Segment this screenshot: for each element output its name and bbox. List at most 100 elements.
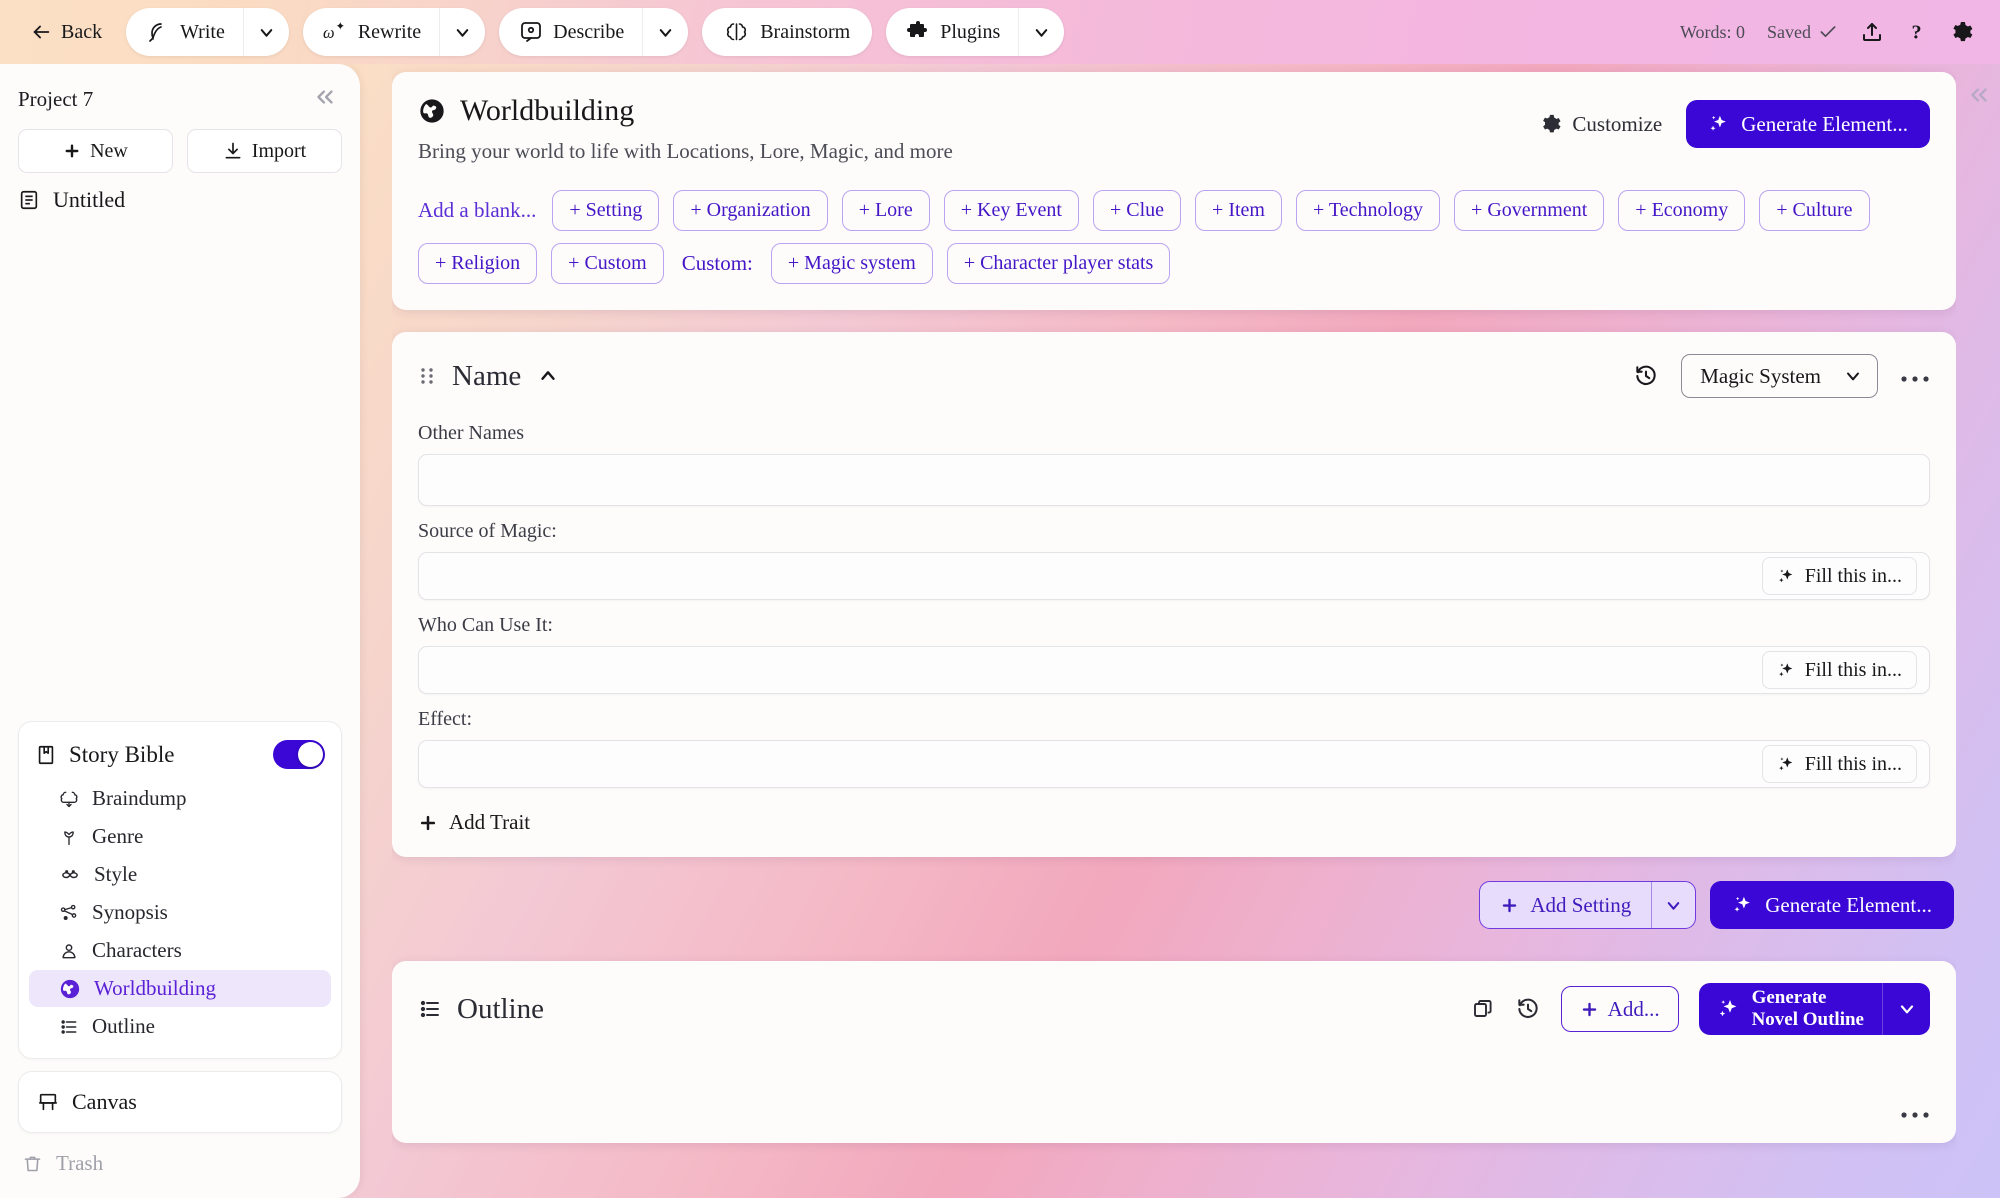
- history-clock-icon: [1636, 365, 1656, 385]
- sidebar-item-outline[interactable]: Outline: [29, 1008, 331, 1045]
- saved-label: Saved: [1767, 21, 1811, 42]
- fill-this-in-button[interactable]: Fill this in...: [1761, 745, 1917, 783]
- back-label: Back: [61, 20, 103, 43]
- sidebar-item-braindump[interactable]: Braindump: [29, 780, 331, 817]
- chip-economy[interactable]: + Economy: [1618, 190, 1746, 231]
- outline-history-button[interactable]: [1515, 996, 1541, 1022]
- help-button[interactable]: ?: [1906, 20, 1928, 44]
- chip-culture[interactable]: + Culture: [1759, 190, 1870, 231]
- rewrite-icon: ω ✦: [323, 21, 346, 42]
- sidebar-item-worldbuilding[interactable]: Worldbuilding: [29, 970, 331, 1007]
- rewrite-dropdown-button[interactable]: [439, 8, 485, 56]
- sidebar-item-label: Outline: [92, 1014, 155, 1038]
- element-type-select[interactable]: Magic System: [1681, 354, 1878, 398]
- chip-setting[interactable]: + Setting: [552, 190, 660, 231]
- document-icon: [20, 190, 38, 210]
- story-bible-toggle[interactable]: [273, 740, 325, 769]
- sidebar-item-style[interactable]: Style: [29, 856, 331, 893]
- plus-icon: [420, 815, 436, 830]
- outline-actions: Add... Generate Novel Outline: [1471, 983, 1930, 1035]
- import-download-icon: [225, 142, 241, 159]
- customize-button[interactable]: Customize: [1540, 112, 1662, 137]
- add-setting-button[interactable]: Add Setting: [1480, 882, 1651, 928]
- sidebar-item-canvas[interactable]: Canvas: [18, 1071, 342, 1133]
- chip-government[interactable]: + Government: [1454, 190, 1605, 231]
- chip-character-player-stats[interactable]: + Character player stats: [946, 243, 1171, 284]
- generate-element-button-top[interactable]: Generate Element...: [1686, 100, 1930, 148]
- fill-this-in-button[interactable]: Fill this in...: [1761, 651, 1917, 689]
- story-bible-row[interactable]: Story Bible: [19, 732, 341, 779]
- source-of-magic-input[interactable]: Fill this in...: [418, 552, 1930, 600]
- trash-label: Trash: [56, 1151, 104, 1175]
- outline-menu-button[interactable]: [1900, 1107, 1930, 1125]
- element-history-button[interactable]: [1633, 363, 1659, 389]
- back-button[interactable]: Back: [20, 15, 112, 50]
- write-button[interactable]: Write: [126, 8, 243, 56]
- sidebar-item-synopsis[interactable]: Synopsis: [29, 894, 331, 931]
- sparkles-icon: [1778, 568, 1793, 582]
- gear-icon: [1953, 22, 1973, 42]
- describe-dropdown-button[interactable]: [642, 8, 688, 56]
- generate-element-button-bottom[interactable]: Generate Element...: [1710, 881, 1954, 929]
- chip-technology[interactable]: + Technology: [1295, 190, 1441, 231]
- outline-add-button[interactable]: Add...: [1560, 986, 1679, 1032]
- element-menu-button[interactable]: [1900, 363, 1930, 389]
- top-toolbar: Back Write ω ✦ Rewrite Describe Brainstor…: [0, 0, 2000, 64]
- element-header-actions: Magic System: [1633, 354, 1930, 398]
- share-button[interactable]: [1860, 20, 1884, 44]
- right-rail-collapse-button[interactable]: [1966, 82, 1992, 113]
- sidebar: Project 7 New Import Untitled Story Bibl…: [0, 64, 360, 1198]
- import-button[interactable]: Import: [187, 129, 342, 173]
- chip-item[interactable]: + Item: [1195, 190, 1282, 231]
- element-collapse-button[interactable]: [537, 365, 559, 387]
- chip-lore[interactable]: + Lore: [841, 190, 930, 231]
- globe-icon: [60, 979, 80, 998]
- field-label: Other Names: [418, 422, 525, 444]
- plugins-dropdown-button[interactable]: [1018, 8, 1064, 56]
- new-button[interactable]: New: [18, 129, 173, 173]
- chip-magic-system[interactable]: + Magic system: [770, 243, 933, 284]
- describe-button[interactable]: Describe: [499, 8, 642, 56]
- settings-button[interactable]: [1950, 20, 1974, 44]
- fill-this-in-label: Fill this in...: [1804, 658, 1902, 681]
- chip-organization[interactable]: + Organization: [673, 190, 828, 231]
- generate-novel-outline-dropdown-button[interactable]: [1882, 983, 1930, 1035]
- page-title-label: Worldbuilding: [460, 94, 635, 127]
- chevron-down-icon: [1847, 372, 1859, 381]
- other-names-input[interactable]: [418, 454, 1930, 506]
- add-setting-dropdown-button[interactable]: [1651, 882, 1695, 928]
- puzzle-piece-icon: [907, 21, 928, 37]
- add-blank-label: Add a blank...: [418, 198, 537, 222]
- add-setting-label: Add Setting: [1530, 892, 1632, 917]
- main-content: Worldbuilding Bring your world to life w…: [392, 64, 1956, 1198]
- who-can-use-it-input[interactable]: Fill this in...: [418, 646, 1930, 694]
- field-label: Who Can Use It:: [418, 614, 553, 636]
- add-setting-split-button: Add Setting: [1479, 881, 1697, 929]
- generate-novel-outline-button[interactable]: Generate Novel Outline: [1699, 983, 1882, 1035]
- chip-clue[interactable]: + Clue: [1092, 190, 1182, 231]
- chip-key-event[interactable]: + Key Event: [943, 190, 1079, 231]
- sidebar-item-trash[interactable]: Trash: [0, 1143, 360, 1198]
- brainstorm-button[interactable]: Brainstorm: [702, 8, 873, 56]
- add-trait-button[interactable]: Add Trait: [418, 810, 530, 835]
- chip-religion[interactable]: + Religion: [418, 243, 538, 284]
- sidebar-item-genre[interactable]: Genre: [29, 818, 331, 855]
- word-count: Words: 0: [1679, 21, 1745, 42]
- sparkles-icon: [1734, 896, 1751, 912]
- chevrons-left-icon: [317, 90, 333, 104]
- story-bible-title: Story Bible: [35, 742, 174, 768]
- worldbuilding-title-group: Worldbuilding Bring your world to life w…: [418, 94, 1540, 164]
- rewrite-button[interactable]: ω ✦ Rewrite: [303, 8, 439, 56]
- fill-this-in-button[interactable]: Fill this in...: [1761, 557, 1917, 595]
- effect-input[interactable]: Fill this in...: [418, 740, 1930, 788]
- chip-custom[interactable]: + Custom: [551, 243, 664, 284]
- outline-copy-button[interactable]: [1471, 997, 1495, 1021]
- plugins-button[interactable]: Plugins: [886, 8, 1018, 56]
- write-dropdown-button[interactable]: [242, 8, 289, 56]
- document-item-untitled[interactable]: Untitled: [0, 173, 360, 227]
- sidebar-collapse-button[interactable]: [312, 84, 338, 115]
- ellipsis-icon: [1901, 1112, 1929, 1118]
- drag-handle-icon[interactable]: [418, 365, 436, 387]
- sidebar-item-characters[interactable]: Characters: [29, 932, 331, 969]
